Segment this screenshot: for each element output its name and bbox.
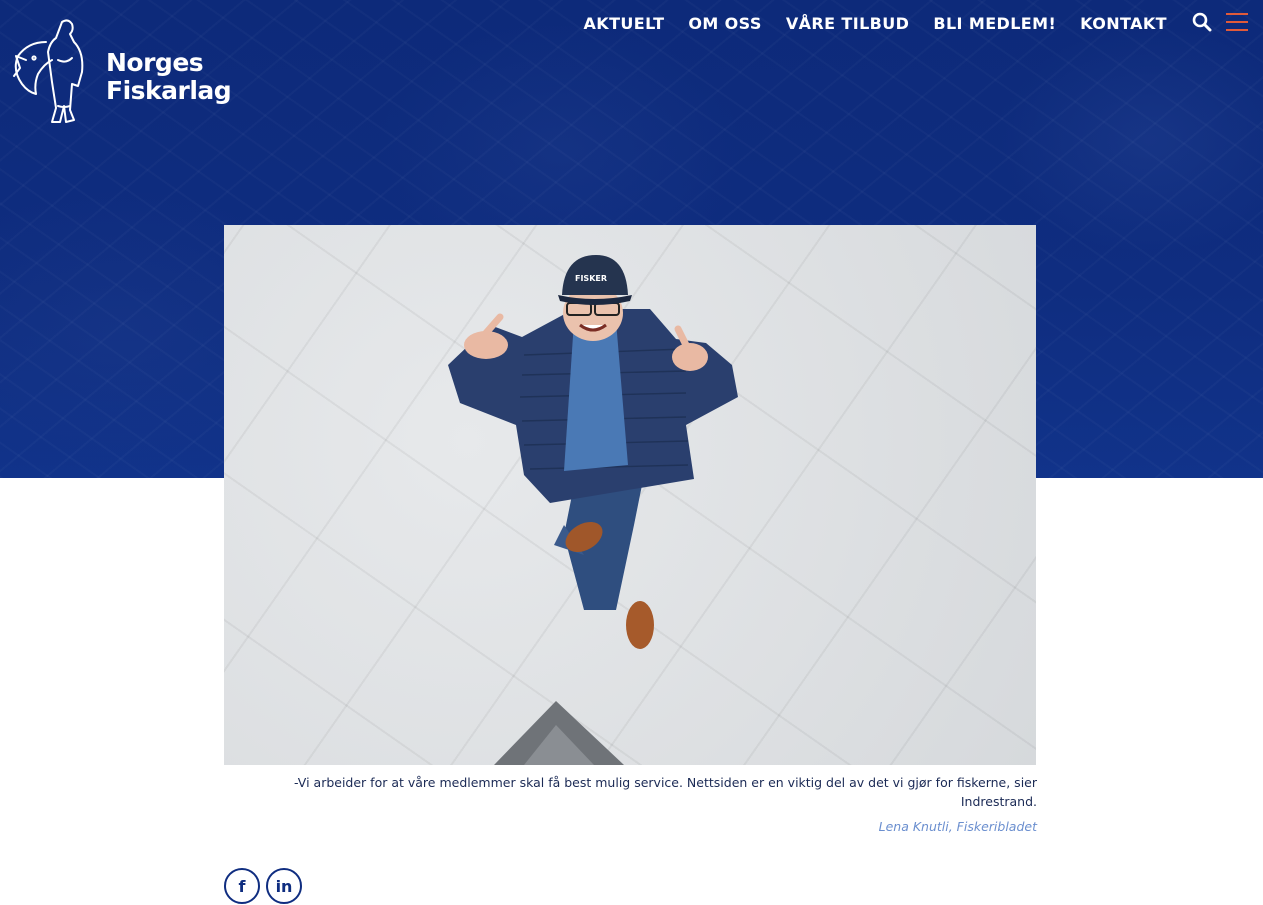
linkedin-icon: in [275,876,293,896]
nav-vare-tilbud[interactable]: VÅRE TILBUD [786,14,910,34]
cap-label: FISKER [575,274,607,283]
search-icon[interactable] [1192,12,1212,32]
nav-bli-medlem[interactable]: BLI MEDLEM! [933,14,1056,34]
logo-line-1: Norges [106,48,204,77]
right-hand [672,343,708,371]
site-logo[interactable]: Norges Fiskarlag [12,16,232,138]
share-buttons: f in [224,868,302,904]
facebook-share-button[interactable]: f [224,868,260,904]
logo-line-2: Fiskarlag [106,76,232,105]
menu-line [1226,13,1248,15]
fisherman-photo-illustration: FISKER [448,255,738,765]
fisherman-logo-icon [13,19,84,123]
linkedin-share-button[interactable]: in [266,868,302,904]
menu-icon[interactable] [1226,13,1248,33]
main-navigation: AKTUELT OM OSS VÅRE TILBUD BLI MEDLEM! K… [584,14,1168,34]
smile [579,323,607,332]
photo-credit: Lena Knutli, Fiskeribladet [878,819,1037,834]
facebook-icon: f [238,876,246,896]
nav-aktuelt[interactable]: AKTUELT [584,14,665,34]
menu-line [1226,21,1248,23]
article-photo: FISKER [224,225,1036,765]
photo-caption: -Vi arbeider for at våre medlemmer skal … [294,775,1037,809]
logo-wordmark: Norges Fiskarlag [106,48,232,105]
right-shoe [626,601,654,649]
nav-kontakt[interactable]: KONTAKT [1080,14,1167,34]
menu-line [1226,29,1248,31]
nav-om-oss[interactable]: OM OSS [688,14,761,34]
